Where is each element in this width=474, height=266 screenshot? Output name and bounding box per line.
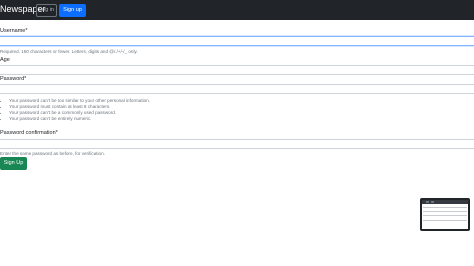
password-confirmation-input[interactable] [0,139,474,149]
password-rules: Your password can’t be too similar to yo… [9,98,150,122]
username-label: Username* [0,28,28,34]
age-input[interactable] [0,65,474,75]
password-label: Password* [0,76,27,82]
signup-button[interactable]: Sign up [59,4,86,17]
page-preview-thumbnail [420,198,470,231]
login-button[interactable]: Log in [36,4,57,17]
sign-up-submit-button[interactable]: Sign Up [0,157,27,170]
username-input[interactable] [0,36,474,46]
password-confirmation-label: Password confirmation* [0,130,58,136]
navbar: Newspaper Log in Sign up [0,0,474,20]
password-input[interactable] [0,84,474,94]
age-label: Age [0,57,10,63]
thumbnail-navbar [422,200,468,204]
username-help: Required. 150 characters or fewer. Lette… [0,49,138,54]
password-rule: Your password can’t be entirely numeric. [9,116,150,122]
